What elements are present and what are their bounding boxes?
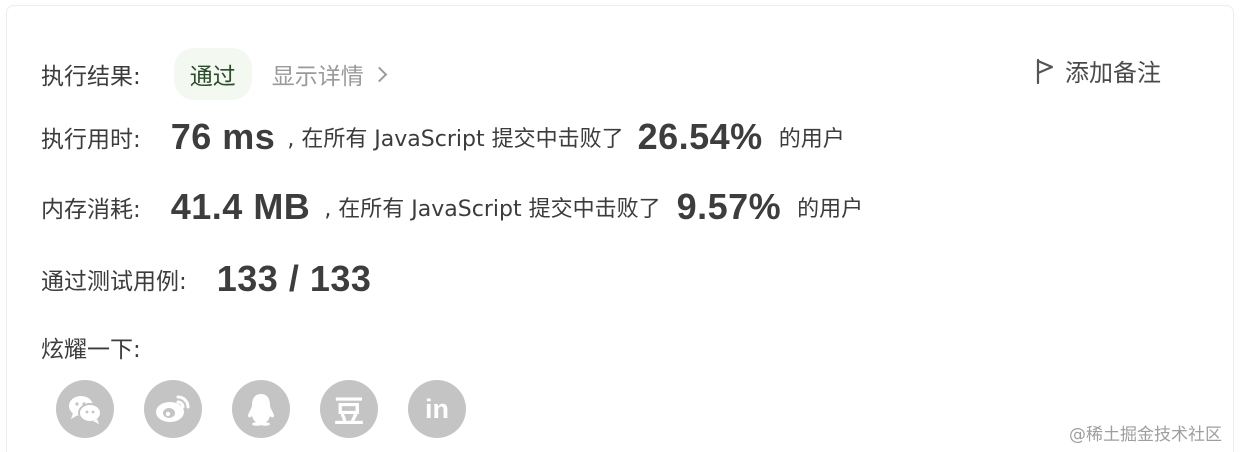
runtime-text-end: 的用户	[778, 127, 845, 152]
result-label: 执行结果:	[41, 64, 141, 90]
flag-icon	[1036, 58, 1054, 84]
memory-label: 内存消耗:	[41, 197, 141, 223]
qq-icon	[248, 394, 274, 426]
testcases-value: 133 / 133	[216, 258, 372, 299]
memory-value: 41.4 MB	[170, 186, 311, 227]
runtime-percent: 26.54%	[637, 116, 763, 157]
testcases-row: 通过测试用例: 133 / 133	[41, 258, 371, 300]
add-note-button[interactable]: 添加备注	[1035, 53, 1161, 88]
share-wechat-button[interactable]	[56, 380, 114, 438]
share-weibo-button[interactable]	[144, 380, 202, 438]
douban-icon: 豆	[334, 395, 364, 430]
share-linkedin-button[interactable]: in	[408, 380, 466, 438]
watermark: @稀土掘金技术社区	[1069, 425, 1222, 445]
memory-text-end: 的用户	[797, 197, 864, 222]
result-row: 执行结果: 通过 显示详情	[41, 48, 388, 100]
runtime-value: 76 ms	[170, 116, 276, 157]
show-details-label: 显示详情	[271, 64, 364, 90]
chevron-right-icon	[371, 66, 388, 83]
testcases-label: 通过测试用例:	[41, 269, 187, 295]
runtime-row: 执行用时: 76 ms , 在所有 JavaScript 提交中击败了 26.5…	[41, 116, 845, 158]
share-douban-button[interactable]: 豆	[320, 380, 378, 438]
wechat-icon	[69, 396, 102, 424]
share-icons: 豆 in	[56, 380, 496, 438]
share-row: 炫耀一下:	[41, 330, 141, 364]
share-label: 炫耀一下:	[41, 337, 141, 363]
runtime-label: 执行用时:	[41, 127, 141, 153]
add-note-label: 添加备注	[1065, 59, 1161, 87]
submission-result-card: 执行结果: 通过 显示详情 添加备注 执行用时: 76 ms , 在所有 Jav…	[6, 5, 1234, 452]
share-qq-button[interactable]	[232, 380, 290, 438]
show-details-link[interactable]: 显示详情	[271, 57, 388, 91]
memory-row: 内存消耗: 41.4 MB , 在所有 JavaScript 提交中击败了 9.…	[41, 186, 863, 228]
status-badge: 通过	[173, 48, 252, 100]
runtime-text: , 在所有 JavaScript 提交中击败了	[287, 127, 624, 152]
linkedin-icon: in	[425, 393, 449, 424]
memory-text: , 在所有 JavaScript 提交中击败了	[324, 197, 661, 222]
weibo-icon	[156, 395, 190, 422]
memory-percent: 9.57%	[676, 186, 782, 227]
